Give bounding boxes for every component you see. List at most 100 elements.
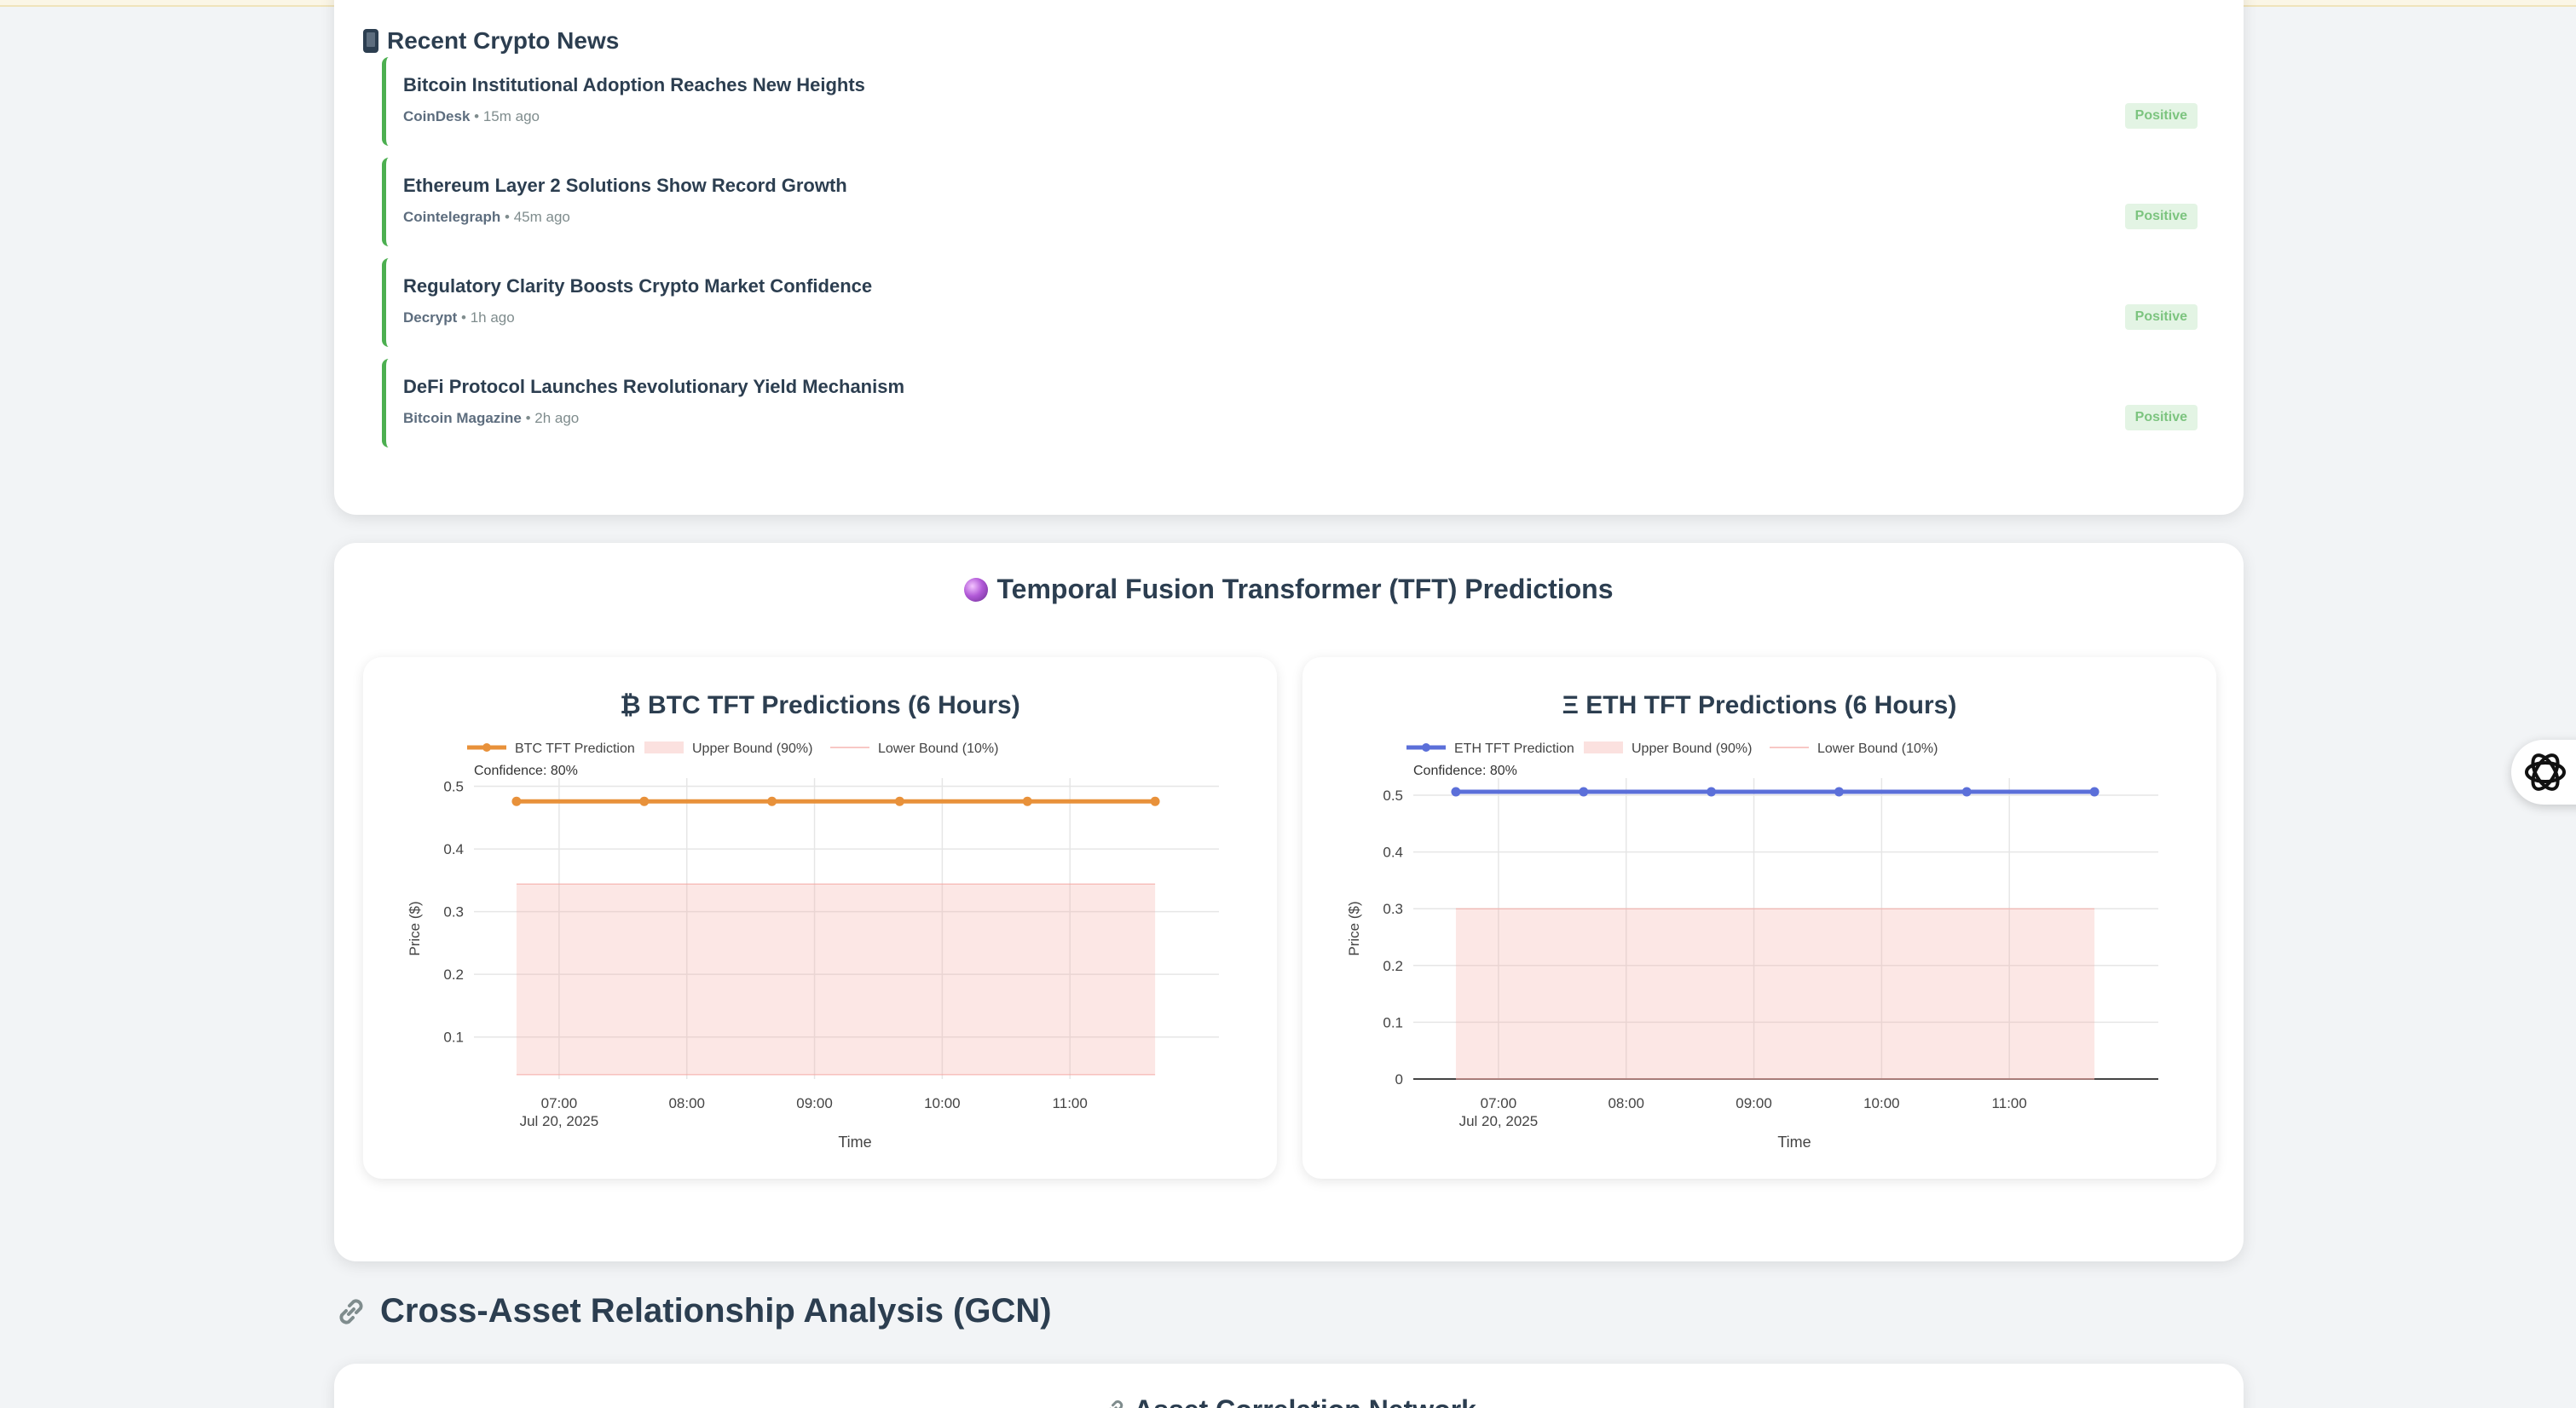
btc-y-tick-label: 0.3 xyxy=(443,904,464,920)
eth-x-tick-label: 08:00 xyxy=(1608,1095,1644,1111)
btc-y-tick-label: 0.4 xyxy=(443,841,464,857)
eth-x-tick-label: 10:00 xyxy=(1863,1095,1900,1111)
eth-confidence-annotation: Confidence: 80% xyxy=(1413,764,1517,778)
btc-x-tick-date: Jul 20, 2025 xyxy=(520,1113,599,1129)
btc-y-tick-label: 0.1 xyxy=(443,1030,464,1046)
btc-x-tick-label: 09:00 xyxy=(796,1095,833,1111)
legend-swatch-marker xyxy=(1422,743,1430,752)
meta-separator: • xyxy=(521,410,535,426)
sentiment-badge: Positive xyxy=(2124,304,2198,330)
asset-network-card: Asset Correlation Network xyxy=(334,1364,2244,1408)
eth-y-tick-label: 0.3 xyxy=(1383,901,1403,917)
assistant-fab-button[interactable] xyxy=(2511,740,2576,805)
sentiment-badge: Positive xyxy=(2124,405,2198,430)
news-headline[interactable]: DeFi Protocol Launches Revolutionary Yie… xyxy=(403,376,904,398)
eth-prediction-point[interactable] xyxy=(1707,787,1717,797)
news-time: 45m ago xyxy=(513,209,570,225)
eth-x-axis-title: Time xyxy=(1777,1134,1811,1151)
btc-prediction-point[interactable] xyxy=(511,796,522,806)
news-title: Recent Crypto News xyxy=(363,27,619,55)
eth-confidence-band xyxy=(1455,909,2095,1079)
eth-prediction-chart[interactable]: 0 0.1 0.2 0.3 0.4 0.5 07:00 Jul 20, 2025 08:00 09… xyxy=(1302,742,2216,1160)
legend-label-prediction: ETH TFT Prediction xyxy=(1454,742,1574,756)
btc-confidence-annotation: Confidence: 80% xyxy=(474,764,578,778)
eth-y-tick-label: 0 xyxy=(1395,1071,1403,1088)
btc-chart-card: ₿ BTC TFT Predictions (6 Hours) 0.1 0.2 0.… xyxy=(363,657,1277,1179)
phone-icon xyxy=(363,29,378,53)
news-item[interactable]: Regulatory Clarity Boosts Crypto Market … xyxy=(382,258,2198,347)
crystal-ball-icon xyxy=(964,578,989,602)
eth-x-tick-label: 09:00 xyxy=(1736,1095,1772,1111)
eth-x-tick-date: Jul 20, 2025 xyxy=(1459,1113,1539,1129)
eth-x-tick-label: 11:00 xyxy=(1992,1095,2027,1111)
legend-label-prediction: BTC TFT Prediction xyxy=(515,742,635,756)
network-title-text: Asset Correlation Network xyxy=(1134,1394,1476,1408)
tft-title-text: Temporal Fusion Transformer (TFT) Predic… xyxy=(996,574,1614,604)
sentiment-badge: Positive xyxy=(2124,103,2198,129)
btc-prediction-point[interactable] xyxy=(1022,796,1032,806)
network-title: Asset Correlation Network xyxy=(334,1394,2244,1408)
link-icon xyxy=(1109,1400,1123,1408)
eth-y-tick-label: 0.1 xyxy=(1383,1014,1403,1030)
btc-chart-title: ₿ BTC TFT Predictions (6 Hours) xyxy=(620,691,1020,719)
eth-y-tick-label: 0.5 xyxy=(1383,788,1403,804)
news-meta: Cointelegraph • 45m ago xyxy=(403,209,570,226)
eth-prediction-point[interactable] xyxy=(1579,787,1589,797)
eth-prediction-point[interactable] xyxy=(2089,787,2099,797)
legend-label-upper: Upper Bound (90%) xyxy=(1632,742,1752,756)
eth-x-tick-label: 07:00 xyxy=(1481,1095,1517,1111)
news-source: Bitcoin Magazine xyxy=(403,410,522,426)
eth-y-axis-title: Price ($) xyxy=(1346,901,1362,955)
btc-x-tick-label: 10:00 xyxy=(924,1095,961,1111)
meta-separator: • xyxy=(470,108,483,124)
btc-y-tick-label: 0.2 xyxy=(443,967,464,983)
btc-prediction-point[interactable] xyxy=(639,796,650,806)
btc-prediction-point[interactable] xyxy=(894,796,904,806)
btc-prediction-point[interactable] xyxy=(767,796,777,806)
news-source: Decrypt xyxy=(403,309,458,326)
meta-separator: • xyxy=(457,309,471,326)
legend-swatch-upper xyxy=(1584,742,1623,753)
news-item[interactable]: DeFi Protocol Launches Revolutionary Yie… xyxy=(382,359,2198,447)
news-meta: CoinDesk • 15m ago xyxy=(403,108,540,125)
eth-chart-card: Ξ ETH TFT Predictions (6 Hours) 0 0.1 0.2 0… xyxy=(1302,657,2216,1179)
eth-prediction-point[interactable] xyxy=(1451,787,1461,797)
eth-y-tick-label: 0.4 xyxy=(1383,845,1403,861)
news-title-text: Recent Crypto News xyxy=(387,27,620,54)
recent-news-card: Recent Crypto News Bitcoin Institutional… xyxy=(334,0,2244,515)
legend-label-lower: Lower Bound (10%) xyxy=(1817,742,1938,756)
btc-prediction-point[interactable] xyxy=(1150,796,1160,806)
btc-legend: BTC TFT Prediction Upper Bound (90%) Lower… xyxy=(467,742,998,756)
tft-title: Temporal Fusion Transformer (TFT) Predic… xyxy=(334,574,2244,605)
openai-logo-icon xyxy=(2525,753,2566,791)
news-source: Cointelegraph xyxy=(403,209,501,225)
legend-label-lower: Lower Bound (10%) xyxy=(878,742,998,756)
eth-legend: ETH TFT Prediction Upper Bound (90%) Lower… xyxy=(1406,742,1938,756)
btc-x-axis-title: Time xyxy=(838,1134,871,1151)
news-time: 2h ago xyxy=(534,410,580,426)
sentiment-badge: Positive xyxy=(2124,204,2198,229)
news-meta: Bitcoin Magazine • 2h ago xyxy=(403,410,579,427)
gcn-section-heading: Cross-Asset Relationship Analysis (GCN) xyxy=(334,1292,1052,1330)
gcn-heading-text: Cross-Asset Relationship Analysis (GCN) xyxy=(380,1292,1052,1330)
news-meta: Decrypt • 1h ago xyxy=(403,309,515,326)
news-time: 1h ago xyxy=(470,309,515,326)
legend-swatch-upper xyxy=(644,742,684,753)
btc-x-tick-label: 07:00 xyxy=(541,1095,578,1111)
news-headline[interactable]: Bitcoin Institutional Adoption Reaches N… xyxy=(403,74,865,96)
link-icon xyxy=(339,1298,363,1324)
news-item[interactable]: Ethereum Layer 2 Solutions Show Record G… xyxy=(382,158,2198,246)
btc-prediction-chart[interactable]: 0.1 0.2 0.3 0.4 0.5 07:00 Jul 20, 2025 08:00 09:… xyxy=(363,742,1277,1160)
news-headline[interactable]: Regulatory Clarity Boosts Crypto Market … xyxy=(403,275,872,297)
news-item[interactable]: Bitcoin Institutional Adoption Reaches N… xyxy=(382,57,2198,146)
eth-y-tick-label: 0.2 xyxy=(1383,958,1403,974)
eth-prediction-point[interactable] xyxy=(1961,787,1972,797)
btc-x-tick-label: 08:00 xyxy=(668,1095,705,1111)
news-source: CoinDesk xyxy=(403,108,471,124)
eth-chart-title: Ξ ETH TFT Predictions (6 Hours) xyxy=(1562,691,1957,719)
eth-prediction-point[interactable] xyxy=(1834,787,1844,797)
legend-swatch-marker xyxy=(482,743,491,752)
news-headline[interactable]: Ethereum Layer 2 Solutions Show Record G… xyxy=(403,175,847,197)
btc-x-tick-label: 11:00 xyxy=(1053,1095,1088,1111)
btc-confidence-band xyxy=(516,884,1156,1075)
